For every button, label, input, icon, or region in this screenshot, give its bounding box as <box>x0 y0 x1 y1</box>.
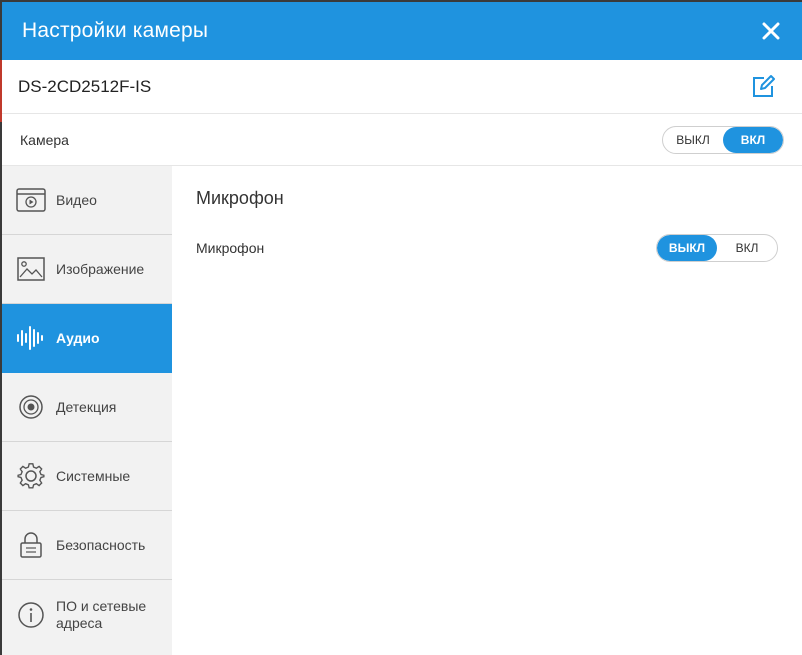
dialog-body: Видео Изображение Аудио Детекция Системн… <box>2 166 802 655</box>
camera-label: Камера <box>20 131 69 148</box>
device-name: DS-2CD2512F-IS <box>18 76 152 96</box>
microphone-toggle[interactable]: ВЫКЛ ВКЛ <box>656 234 778 262</box>
main-content: Микрофон Микрофон ВЫКЛ ВКЛ <box>172 166 802 655</box>
sidebar-item-system[interactable]: Системные <box>2 442 172 511</box>
sidebar-item-firmware-network[interactable]: ПО и сетевые адреса <box>2 580 172 649</box>
sidebar-item-video[interactable]: Видео <box>2 166 172 235</box>
sidebar-item-detection[interactable]: Детекция <box>2 373 172 442</box>
camera-row: Камера ВЫКЛ ВКЛ <box>2 114 802 166</box>
sidebar-item-security[interactable]: Безопасность <box>2 511 172 580</box>
camera-toggle[interactable]: ВЫКЛ ВКЛ <box>662 125 784 154</box>
sidebar-item-label: Изображение <box>56 260 145 277</box>
detection-icon <box>16 393 46 421</box>
sidebar-item-image[interactable]: Изображение <box>2 235 172 304</box>
microphone-toggle-on[interactable]: ВКЛ <box>717 235 777 261</box>
dialog-titlebar: Настройки камеры <box>2 2 802 60</box>
microphone-toggle-off[interactable]: ВЫКЛ <box>657 235 717 261</box>
microphone-label: Микрофон <box>196 240 265 256</box>
settings-sidebar: Видео Изображение Аудио Детекция Системн… <box>2 166 172 655</box>
audio-wave-icon <box>16 324 46 352</box>
section-title: Микрофон <box>196 188 284 208</box>
sidebar-item-label: Безопасность <box>56 536 146 553</box>
camera-toggle-off[interactable]: ВЫКЛ <box>663 127 723 153</box>
camera-settings-dialog: Настройки камеры DS-2CD2512F-IS Камера В… <box>2 2 802 655</box>
sidebar-item-label: Аудио <box>56 329 100 346</box>
microphone-row: Микрофон ВЫКЛ ВКЛ <box>196 233 778 263</box>
video-icon <box>16 186 46 214</box>
info-icon <box>16 601 46 629</box>
sidebar-item-audio[interactable]: Аудио <box>2 304 172 373</box>
gear-icon <box>16 462 46 490</box>
sidebar-item-label: ПО и сетевые адреса <box>56 597 147 631</box>
edit-icon[interactable] <box>750 74 776 100</box>
sidebar-item-label: Видео <box>56 191 97 208</box>
sidebar-item-label: Системные <box>56 467 131 484</box>
sidebar-item-label: Детекция <box>56 398 117 415</box>
image-icon <box>16 255 46 283</box>
camera-toggle-on[interactable]: ВКЛ <box>723 126 783 153</box>
close-icon[interactable] <box>760 20 782 42</box>
dialog-title: Настройки камеры <box>22 19 209 42</box>
device-row: DS-2CD2512F-IS <box>2 60 802 114</box>
lock-icon <box>16 531 46 559</box>
